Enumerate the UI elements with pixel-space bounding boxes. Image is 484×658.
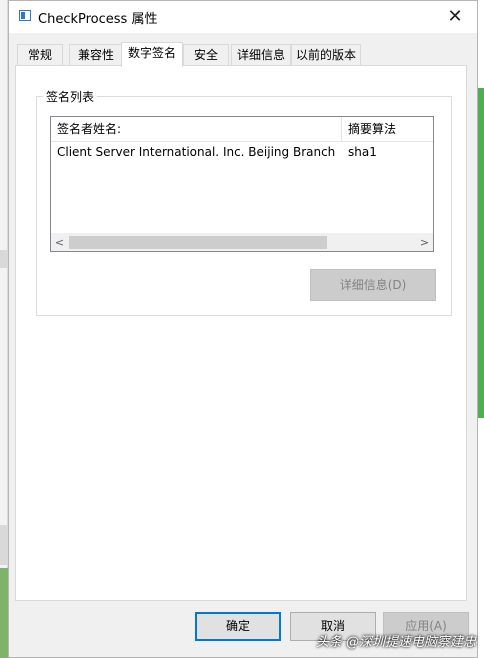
- application-icon: [19, 10, 31, 21]
- tab-security[interactable]: 安全: [183, 44, 229, 66]
- properties-dialog: CheckProcess 属性 ✕ 常规 兼容性 数字签名 安全 详细信息 以前…: [8, 0, 478, 658]
- ok-button[interactable]: 确定: [195, 612, 281, 641]
- tab-previous-versions[interactable]: 以前的版本: [291, 44, 361, 66]
- watermark-text: 头条 @深圳提速电脑察建忠: [315, 635, 476, 650]
- digest-algorithm-cell: sha1: [348, 145, 377, 159]
- signature-listview[interactable]: 签名者姓名: 摘要算法 Client Server International.…: [50, 116, 434, 252]
- scrollbar-thumb[interactable]: [69, 236, 327, 249]
- tab-digital-signatures[interactable]: 数字签名: [121, 42, 183, 67]
- signature-list-group: 签名列表 签名者姓名: 摘要算法 Client Server Internati…: [36, 88, 452, 316]
- background-strip: [0, 250, 8, 268]
- column-header-digest[interactable]: 摘要算法: [342, 117, 433, 141]
- signature-list-label: 签名列表: [43, 88, 98, 105]
- signer-name-cell: Client Server International. Inc. Beijin…: [57, 145, 336, 159]
- list-item[interactable]: Client Server International. Inc. Beijin…: [51, 141, 433, 163]
- column-headers: 签名者姓名: 摘要算法: [51, 117, 433, 142]
- details-button[interactable]: 详细信息(D): [310, 269, 436, 301]
- background-strip: [0, 525, 8, 565]
- tab-compatibility[interactable]: 兼容性: [69, 44, 123, 66]
- column-header-signer[interactable]: 签名者姓名:: [51, 117, 342, 141]
- scroll-left-icon[interactable]: <: [51, 234, 68, 251]
- background-window-left: [0, 0, 8, 658]
- scroll-right-icon[interactable]: >: [416, 234, 433, 251]
- background-window-right: [478, 88, 484, 418]
- digital-signatures-panel: 签名列表 签名者姓名: 摘要算法 Client Server Internati…: [15, 65, 467, 601]
- close-icon[interactable]: ✕: [433, 1, 477, 31]
- horizontal-scrollbar[interactable]: < >: [51, 233, 433, 251]
- title-bar[interactable]: CheckProcess 属性 ✕: [9, 1, 477, 33]
- tab-details[interactable]: 详细信息: [231, 44, 291, 66]
- window-title: CheckProcess 属性: [38, 12, 158, 27]
- tab-general[interactable]: 常规: [17, 44, 63, 66]
